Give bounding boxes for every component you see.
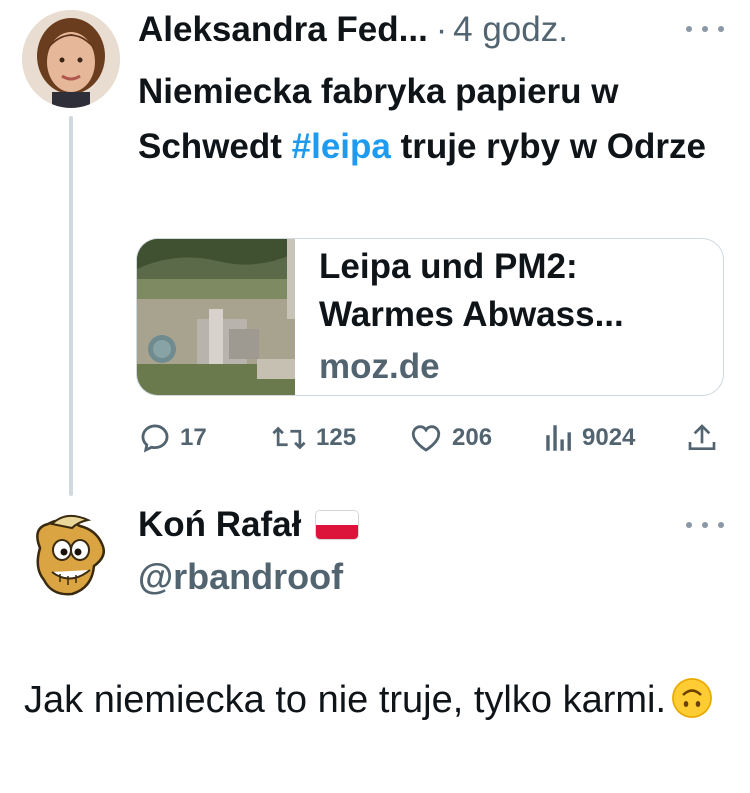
reply-icon [141,424,169,453]
link-card-thumbnail [137,239,295,395]
views-icon [546,425,571,451]
heart-icon [411,425,441,452]
retweet-icon [272,426,306,450]
share-icon [688,424,716,450]
reply-count: 17 [180,424,207,451]
reply-author-name[interactable]: Koń Rafał [138,505,301,545]
reply-author-handle[interactable]: @rbandroof [138,556,343,598]
like-count: 206 [452,424,493,451]
reply-text-body: Jak niemiecka to nie truje, tylko karmi. [24,679,667,721]
poland-flag-icon [315,510,360,540]
tweet-header: Aleksandra Fed... · 4 godz. [138,8,568,52]
tweet-text-after: truje ryby w Odrze [390,127,706,166]
upside-down-face-icon [672,678,713,718]
share-button[interactable] [686,420,718,456]
author-name[interactable]: Aleksandra Fed... [138,10,428,50]
reply-button[interactable]: 17 [138,420,207,456]
hashtag-link[interactable]: #leipa [292,127,391,166]
reply-text: Jak niemiecka to nie truje, tylko karmi. [24,670,724,730]
retweet-count: 125 [316,424,357,451]
tweet-text: Niemiecka fabryka papieru w Schwedt #lei… [138,64,728,174]
more-options-icon[interactable] [686,22,724,36]
reply-author-avatar[interactable] [22,508,118,604]
tweet-actions: 17 125 206 9024 [134,420,724,456]
horse-avatar-image [22,508,118,604]
thread-line [69,116,73,496]
link-card-domain: moz.de [319,347,440,386]
views-count: 9024 [582,424,636,451]
reply-header: Koń Rafał [138,502,360,548]
retweet-button[interactable]: 125 [270,420,356,456]
like-button[interactable]: 206 [408,420,492,456]
tweet-timestamp[interactable]: 4 godz. [453,10,568,50]
reply-more-options-icon[interactable] [686,518,724,532]
header-separator: · [435,10,448,49]
author-avatar-image [22,10,120,108]
author-avatar[interactable] [22,10,120,108]
views-button[interactable]: 9024 [544,420,635,456]
link-card-title: Leipa und PM2: Warmes Abwass... [319,247,624,334]
link-card[interactable]: Leipa und PM2: Warmes Abwass... moz.de [136,238,724,396]
